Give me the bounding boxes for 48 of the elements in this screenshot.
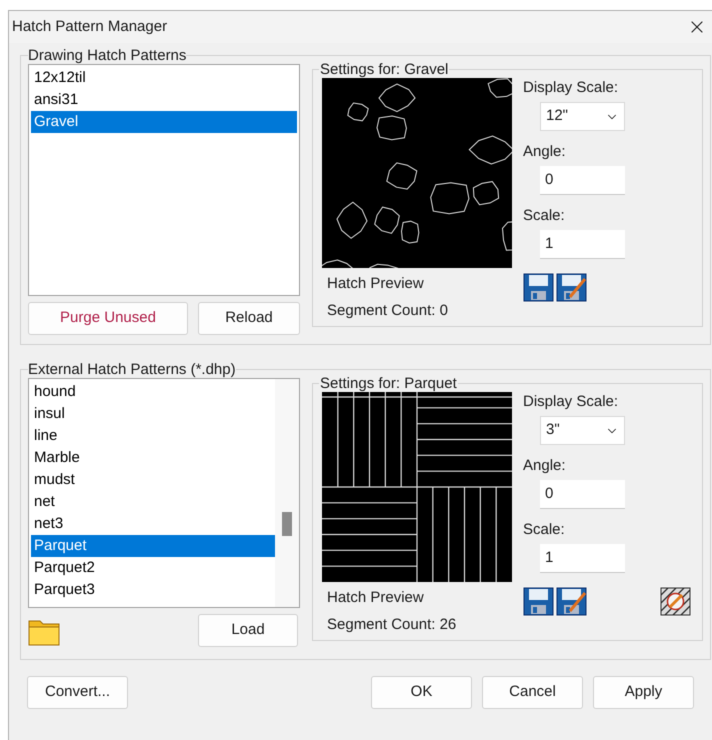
save-as-icon[interactable] [556,587,587,616]
list-item[interactable]: Gravel [31,111,297,133]
dialog-button[interactable]: Reload [198,302,300,335]
list-item[interactable]: mudst [31,469,275,491]
dialog-button[interactable]: Purge Unused [28,302,188,335]
list-item[interactable]: ansi31 [31,89,297,111]
angle-field[interactable]: 0 [540,166,625,195]
field-label: Scale: [523,207,566,225]
scrollbar[interactable] [275,379,299,607]
segment-count: Segment Count: 26 [327,616,458,634]
list-item[interactable]: net [31,491,275,513]
list-item[interactable]: Parquet3 [31,579,275,601]
list-item[interactable]: Parquet [31,535,275,557]
list-item[interactable]: Parquet2 [31,557,275,579]
display-scale-dropdown[interactable]: 12" [540,102,625,131]
field-label: Display Scale: [523,393,620,411]
hatch-edit-icon[interactable] [660,587,691,616]
load-button[interactable]: Load [198,614,298,647]
save-icon[interactable] [523,587,554,616]
list-item[interactable]: net3 [31,513,275,535]
scrollbar-thumb[interactable] [282,512,292,536]
list-item[interactable]: line [31,425,275,447]
dialog-button[interactable]: Cancel [482,676,583,709]
display-scale-dropdown[interactable]: 3" [540,416,625,445]
group-title: Settings for: Parquet [319,375,458,392]
list-item[interactable]: insul [31,403,275,425]
save-icon[interactable] [523,273,554,302]
save-as-icon[interactable] [556,273,587,302]
group-title: Settings for: Gravel [319,61,450,78]
window-title: Hatch Pattern Manager [12,16,168,37]
field-label: Scale: [523,521,566,539]
field-label: Display Scale: [523,79,620,97]
field-label: Angle: [523,457,567,475]
angle-field[interactable]: 0 [540,480,625,509]
field-label: Angle: [523,143,567,161]
scale-field[interactable]: 1 [540,230,625,259]
list-item[interactable]: Marble [31,447,275,469]
dialog-button[interactable]: OK [371,676,472,709]
list-item[interactable]: 12x12til [31,67,297,89]
scale-field[interactable]: 1 [540,544,625,573]
dialog-button[interactable]: Convert... [27,676,128,709]
list-item[interactable]: hound [31,381,275,403]
preview-label: Hatch Preview [327,275,425,293]
group-title: External Hatch Patterns (*.dhp) [28,361,236,378]
dialog-button[interactable]: Apply [593,676,694,709]
group-title: Drawing Hatch Patterns [28,47,186,64]
segment-count: Segment Count: 0 [327,302,449,320]
preview-label: Hatch Preview [327,589,425,607]
